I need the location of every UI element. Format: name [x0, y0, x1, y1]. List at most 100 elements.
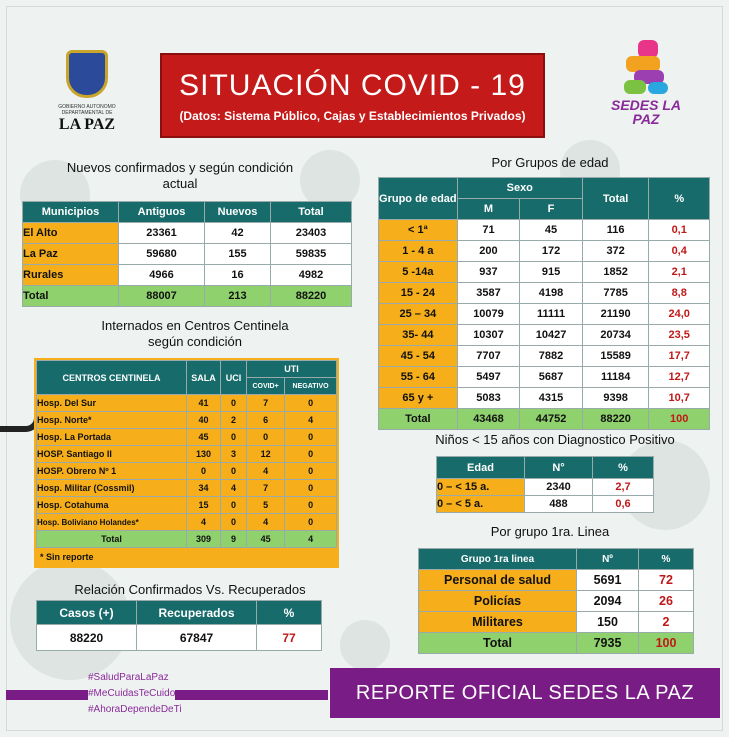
relacion-caption: Relación Confirmados Vs. Recuperados	[74, 582, 306, 597]
cell: 100	[648, 408, 710, 430]
cell: 26	[638, 590, 694, 612]
col-header: %	[256, 600, 322, 625]
cell: Policías	[418, 590, 577, 612]
relacion-table: Casos (+) Recuperados % 88220 67847 77	[36, 600, 322, 651]
col-header: Grupo de edad	[378, 177, 458, 220]
col-header: UTI	[246, 360, 337, 378]
linea-caption: Por grupo 1ra. Linea	[490, 524, 610, 539]
cell: 0	[284, 428, 337, 446]
cell: 7935	[576, 632, 639, 654]
page-subtitle: (Datos: Sistema Público, Cajas y Estable…	[179, 109, 526, 123]
cell: 35- 44	[378, 324, 458, 346]
cell: 88220	[36, 624, 137, 651]
table-row: < 1ª 71 45 116 0,1	[378, 219, 710, 241]
cell: 1 - 4 a	[378, 240, 458, 262]
cell: 11184	[581, 366, 650, 388]
table-row: Hosp. Norte* 40 2 6 4	[36, 411, 337, 429]
cell: 0 – < 15 a.	[436, 478, 525, 496]
cell: Hosp. La Portada	[36, 428, 187, 446]
cell: 200	[456, 240, 521, 262]
cell: 0	[220, 496, 247, 514]
sedes-logo: SEDES LA PAZ	[606, 40, 686, 130]
cell: 4	[245, 513, 286, 531]
hashtag: #AhoraDependeDeTi	[88, 704, 182, 715]
cell: 4315	[519, 387, 583, 409]
table-row: Hosp. Del Sur 41 0 7 0	[36, 394, 337, 412]
cell: 7785	[581, 282, 650, 304]
col-header: Municipios	[22, 201, 119, 223]
table-row: 55 - 64 5497 5687 11184 12,7	[378, 366, 710, 388]
cell: 0	[220, 428, 247, 446]
cell: 23,5	[648, 324, 710, 346]
cell: 11111	[519, 303, 583, 325]
hashtag: #MeCuidasTeCuido	[88, 686, 176, 702]
cell: 5	[245, 496, 286, 514]
cell: 1852	[581, 261, 650, 283]
table-row: Policías 2094 26	[418, 590, 694, 612]
table-row: Hosp. Militar (Cossmil) 34 4 7 0	[36, 479, 337, 497]
cell: 55 - 64	[378, 366, 458, 388]
cell: 59680	[118, 243, 205, 265]
cell: 25 – 34	[378, 303, 458, 325]
cell: 937	[456, 261, 521, 283]
cell: 2094	[576, 590, 639, 612]
linea-table: Grupo 1ra linea Nº % Personal de salud 56…	[418, 548, 694, 654]
sedes-map-icon	[620, 40, 672, 98]
cell: 0,1	[648, 219, 710, 241]
cell: 88220	[270, 285, 352, 307]
table-row: 88220 67847 77	[36, 624, 322, 651]
cell: 7707	[456, 345, 521, 367]
cell: 0	[186, 462, 221, 480]
cell: 0	[284, 394, 337, 412]
cell: Hosp. Cotahuma	[36, 496, 187, 514]
table-row: HOSP. Obrero Nº 10040	[36, 462, 337, 480]
cell: 0	[284, 462, 337, 480]
cell: 44752	[519, 408, 583, 430]
cell: 88007	[118, 285, 205, 307]
col-header: Total	[270, 201, 352, 223]
cell: 12	[245, 445, 286, 463]
cell: 43468	[456, 408, 521, 430]
col-header: Nº	[576, 548, 639, 570]
cell: 45 - 54	[378, 345, 458, 367]
cell: 67847	[136, 624, 257, 651]
col-header: Edad	[436, 456, 525, 479]
title-banner: SITUACIÓN COVID - 19 (Datos: Sistema Púb…	[160, 53, 545, 138]
cell: 9398	[581, 387, 650, 409]
col-header: %	[592, 456, 654, 479]
col-header: NEGATIVO	[284, 377, 337, 395]
cell: 0,4	[648, 240, 710, 262]
cell: 34	[186, 479, 221, 497]
cell: Militares	[418, 611, 577, 633]
centinela-table: CENTROS CENTINELA SALA UCI UTI COVID+ NE…	[36, 360, 337, 548]
table-row: Hosp. La Portada 45 0 0 0	[36, 428, 337, 446]
cell: 5 -14a	[378, 261, 458, 283]
cell: 15 - 24	[378, 282, 458, 304]
ninos-caption: Niños < 15 años con Diagnostico Positivo	[435, 432, 675, 447]
cell: 0 – < 5 a.	[436, 495, 525, 513]
cell: 488	[524, 495, 593, 513]
col-header: Total	[581, 177, 650, 220]
table-row: Hosp. Boliviano Holandes* 4 0 4 0	[36, 513, 337, 531]
cell: 2	[220, 411, 247, 429]
cell: 372	[581, 240, 650, 262]
cell: La Paz	[22, 243, 119, 265]
cell: 24,0	[648, 303, 710, 325]
cell: 15	[186, 496, 221, 514]
hashtags: #SaludParaLaPaz #MeCuidasTeCuido #AhoraD…	[88, 670, 182, 718]
cell: 4	[220, 479, 247, 497]
shield-icon	[66, 50, 108, 98]
ninos-table: Edad N° % 0 – < 15 a. 2340 2,7 0 – < 5 a. 4…	[436, 456, 654, 513]
cell: 2,7	[592, 478, 654, 496]
col-header: Nuevos	[204, 201, 271, 223]
cell: 2,1	[648, 261, 710, 283]
table-row: 5 -14a 937 915 1852 2,1	[378, 261, 710, 283]
centinela-note: * Sin reporte	[40, 552, 94, 562]
cell: HOSP. Santiago II	[36, 445, 187, 463]
col-header: Antiguos	[118, 201, 205, 223]
cell: 45	[519, 219, 583, 241]
municipios-table: Municipios Antiguos Nuevos Total El Alto…	[22, 201, 352, 307]
col-header: Sexo	[456, 177, 583, 199]
cell: 0,6	[592, 495, 654, 513]
cell: 23403	[270, 222, 352, 244]
